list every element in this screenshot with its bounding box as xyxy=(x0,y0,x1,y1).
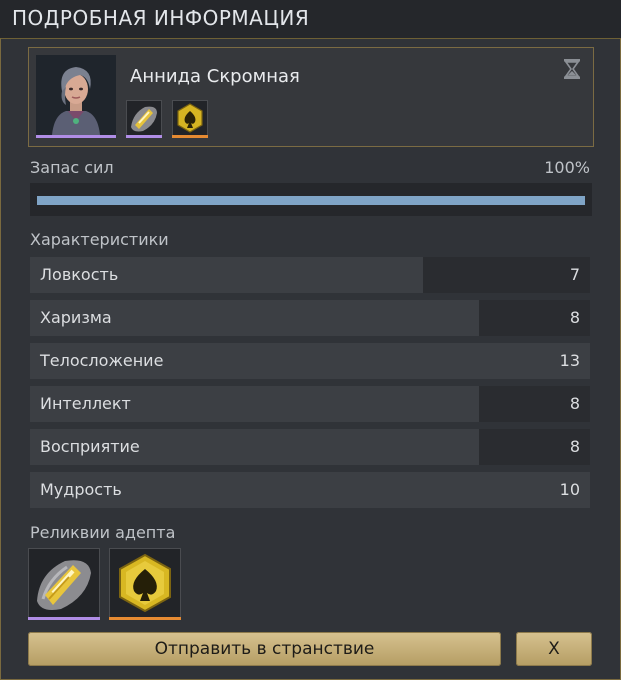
attribute-name: Ловкость xyxy=(40,265,119,284)
attribute-name: Восприятие xyxy=(40,437,140,456)
attributes-title: Характеристики xyxy=(30,230,169,249)
attribute-row-wisdom: Мудрость 10 xyxy=(30,472,590,508)
hourglass-icon[interactable] xyxy=(563,58,581,80)
character-name: Аннида Скромная xyxy=(130,66,300,87)
attribute-name: Харизма xyxy=(40,308,112,327)
relic-slot-spade[interactable] xyxy=(109,548,181,618)
portrait-rarity-bar xyxy=(36,135,116,138)
stamina-bar xyxy=(30,183,592,216)
relic-rarity-bar-small-2 xyxy=(172,135,208,138)
relic-slot-shard-small[interactable] xyxy=(126,100,162,136)
gold-crystal-shard-icon xyxy=(131,106,157,132)
attribute-value: 8 xyxy=(569,437,580,456)
stamina-percent: 100% xyxy=(544,158,590,177)
female-adept-portrait-icon xyxy=(36,55,116,135)
panel-title: ПОДРОБНАЯ ИНФОРМАЦИЯ xyxy=(12,6,310,30)
character-portrait xyxy=(36,55,116,135)
spade-hexagon-icon xyxy=(177,103,203,133)
attribute-value: 10 xyxy=(559,480,580,499)
attribute-row-perception: Восприятие 8 xyxy=(30,429,590,465)
attribute-value: 13 xyxy=(559,351,580,370)
send-wandering-button[interactable]: Отправить в странствие xyxy=(28,632,501,666)
attribute-name: Телосложение xyxy=(40,351,164,370)
relic-rarity-bar-1 xyxy=(28,617,100,620)
relic-rarity-bar-small-1 xyxy=(126,135,162,138)
attribute-value: 7 xyxy=(569,265,580,284)
attribute-name: Интеллект xyxy=(40,394,131,413)
close-button[interactable]: X xyxy=(516,632,592,666)
attribute-value: 8 xyxy=(569,308,580,327)
relics-title: Реликвии адепта xyxy=(30,523,176,542)
relic-slot-shard[interactable] xyxy=(28,548,100,618)
attribute-row-constitution: Телосложение 13 xyxy=(30,343,590,379)
attribute-name: Мудрость xyxy=(40,480,122,499)
attribute-row-intellect: Интеллект 8 xyxy=(30,386,590,422)
panel-header: ПОДРОБНАЯ ИНФОРМАЦИЯ xyxy=(0,0,621,39)
relic-rarity-bar-2 xyxy=(109,617,181,620)
gold-crystal-shard-icon xyxy=(37,560,91,610)
relic-slot-spade-small[interactable] xyxy=(172,100,208,136)
attribute-row-charisma: Харизма 8 xyxy=(30,300,590,336)
attribute-row-agility: Ловкость 7 xyxy=(30,257,590,293)
stamina-label: Запас сил xyxy=(30,158,114,177)
stamina-bar-fill xyxy=(37,196,585,205)
attribute-value: 8 xyxy=(569,394,580,413)
spade-hexagon-icon xyxy=(119,553,171,613)
